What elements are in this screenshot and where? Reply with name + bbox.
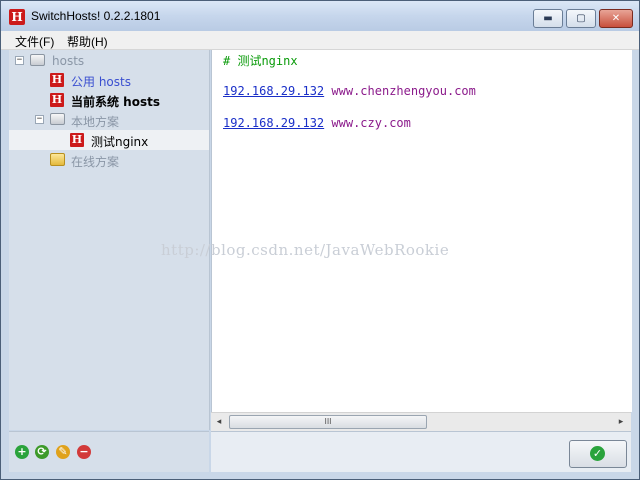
folder-icon <box>30 54 45 66</box>
tree-node-hosts[interactable]: − hosts <box>9 51 209 71</box>
tree-node-test-nginx[interactable]: H 测试nginx <box>9 130 209 150</box>
hosts-h-icon: H <box>50 73 64 87</box>
tree-label-hosts: hosts <box>52 54 85 68</box>
refresh-icon[interactable]: ⟳ <box>35 445 49 459</box>
scroll-right-icon[interactable]: ▸ <box>615 416 627 428</box>
ip-link[interactable]: 192.168.29.132 <box>223 116 324 130</box>
minimize-button[interactable]: ▬ <box>533 9 563 28</box>
tree-label-local: 本地方案 <box>71 115 120 129</box>
hosts-h-icon: H <box>70 133 84 147</box>
watermark: http://blog.csdn.net/JavaWebRookie <box>161 241 450 259</box>
menu-bar: 文件(F) 帮助(H) <box>1 31 639 50</box>
tree-toolbar: + ⟳ ✎ − <box>9 431 209 472</box>
folder-yellow-icon <box>50 153 65 166</box>
host-entry: 192.168.29.132 www.chenzhengyou.com <box>223 84 476 98</box>
tree-node-current-hosts[interactable]: H 当前系统 hosts <box>9 90 209 110</box>
tree-node-online[interactable]: 在线方案 <box>9 150 209 170</box>
collapse-icon[interactable]: − <box>35 115 44 124</box>
scroll-thumb[interactable]: III <box>229 415 427 429</box>
menu-file[interactable]: 文件(F) <box>15 33 54 50</box>
title-bar[interactable]: H SwitchHosts! 0.2.2.1801 ▬ ▢ ✕ <box>1 1 639 31</box>
domain-text: www.czy.com <box>331 116 411 130</box>
scroll-left-icon[interactable]: ◂ <box>213 416 225 428</box>
horizontal-scrollbar[interactable]: ◂ III ▸ <box>211 412 631 431</box>
close-button[interactable]: ✕ <box>599 9 633 28</box>
tree-label-current-hosts: 当前系统 hosts <box>71 95 160 109</box>
editor-footer: ✓ <box>211 431 631 472</box>
hosts-h-icon: H <box>50 93 64 107</box>
add-icon[interactable]: + <box>15 445 29 459</box>
app-icon: H <box>9 9 25 25</box>
collapse-icon[interactable]: − <box>15 56 24 65</box>
tree-label-public-hosts: 公用 hosts <box>71 75 131 89</box>
tree-node-local[interactable]: − 本地方案 <box>9 110 209 130</box>
delete-icon[interactable]: − <box>77 445 91 459</box>
menu-help[interactable]: 帮助(H) <box>67 33 108 50</box>
domain-text: www.chenzhengyou.com <box>331 84 476 98</box>
apply-button[interactable]: ✓ <box>569 440 627 468</box>
host-entry: 192.168.29.132 www.czy.com <box>223 116 411 130</box>
tree-node-public-hosts[interactable]: H 公用 hosts <box>9 70 209 90</box>
hosts-editor[interactable]: # 测试nginx 192.168.29.132 www.chenzhengyo… <box>211 50 632 412</box>
hosts-tree: − hosts H 公用 hosts H 当前系统 hosts − 本地方案 H… <box>9 50 210 430</box>
check-icon: ✓ <box>590 446 605 461</box>
maximize-button[interactable]: ▢ <box>566 9 596 28</box>
window-title: SwitchHosts! 0.2.2.1801 <box>31 9 161 23</box>
ip-link[interactable]: 192.168.29.132 <box>223 84 324 98</box>
folder-icon <box>50 113 65 125</box>
tree-label-test-nginx: 测试nginx <box>91 135 149 149</box>
edit-icon[interactable]: ✎ <box>56 445 70 459</box>
app-window: H SwitchHosts! 0.2.2.1801 ▬ ▢ ✕ 文件(F) 帮助… <box>0 0 640 480</box>
comment-line: # 测试nginx <box>223 54 298 68</box>
tree-label-online: 在线方案 <box>71 155 120 169</box>
